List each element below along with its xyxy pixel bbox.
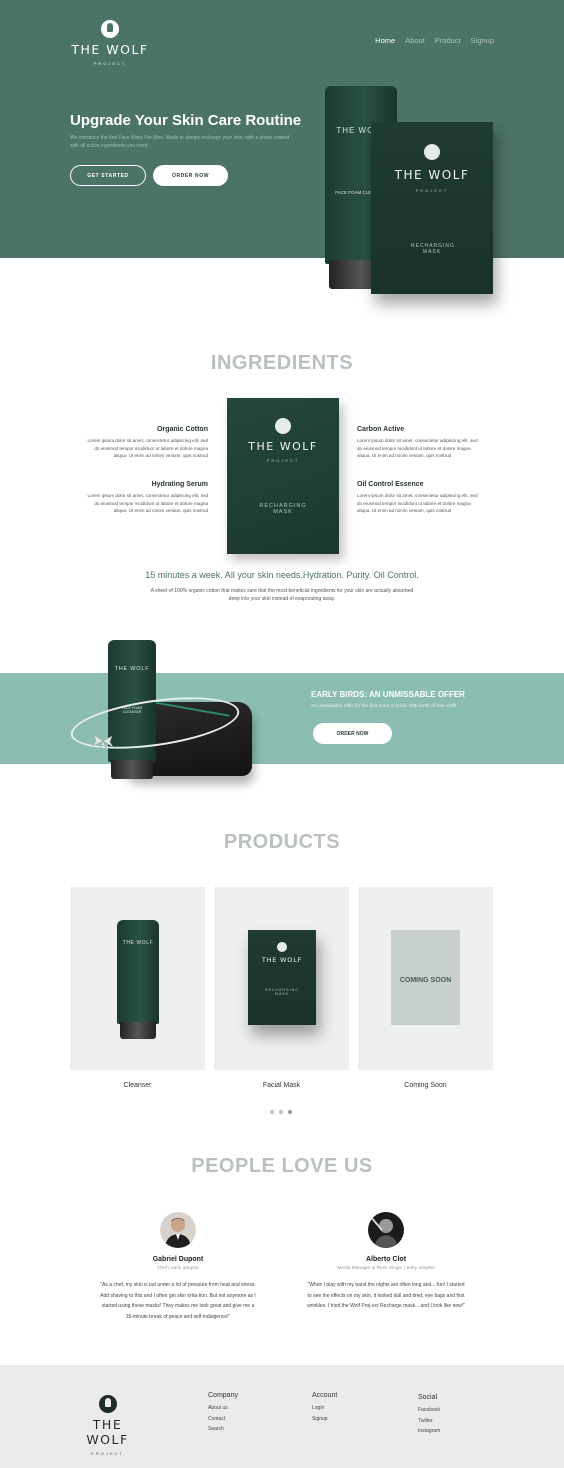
testimonial-quote: "As a chef, my skin is put under a lot o…: [100, 1282, 256, 1320]
mask-brand: THE WOLF: [261, 956, 303, 964]
box-sub: PROJECT: [415, 188, 449, 193]
avatar-alberto: [368, 1212, 404, 1248]
hero-description: We introduce the first Face Mask For Men…: [70, 135, 290, 149]
promo-title: EARLY BIRDS: AN UNMISSABLE OFFER: [311, 690, 465, 699]
nav-product[interactable]: Product: [435, 36, 461, 45]
wolf-logo-icon: [101, 20, 119, 38]
footer-link-about[interactable]: About us: [208, 1403, 238, 1414]
footer-link-contact[interactable]: Contact: [208, 1414, 238, 1425]
ingredients-description: A sheet of 100% organic cotton that make…: [150, 588, 414, 602]
product-label-facial-mask: Facial Mask: [262, 1082, 301, 1089]
testimonials-title: PEOPLE LOVE US: [191, 1155, 373, 1177]
sachet-product-name: RECHARGING MASK: [259, 503, 307, 515]
footer-link-signup[interactable]: Signup: [312, 1414, 337, 1425]
footer-link-login[interactable]: Login: [312, 1403, 337, 1414]
hero-mask-box: THE WOLF PROJECT RECHARGING MASK: [371, 122, 493, 294]
box-product-name: RECHARGING MASK: [411, 243, 455, 255]
ingredient-text: Lorem ipsum dolor sit amet, consectetur …: [357, 493, 478, 513]
person-avatar-icon: [165, 1218, 191, 1248]
footer-col-company: Company About us Contact Search: [208, 1392, 238, 1435]
product-label-coming-soon: Coming Soon: [404, 1082, 447, 1089]
nav-home[interactable]: Home: [375, 36, 395, 45]
person-avatar-icon: [369, 1215, 398, 1248]
carousel-dot-3[interactable]: [288, 1110, 292, 1114]
ribbon-bow-icon: [92, 734, 114, 749]
main-nav: Home About Product Signup: [375, 36, 494, 45]
order-now-button[interactable]: ORDER NOW: [153, 165, 228, 186]
footer-col-title: Social: [418, 1394, 438, 1401]
sachet-brand: THE WOLF: [248, 440, 318, 453]
nav-signup[interactable]: Signup: [471, 36, 494, 45]
ingredient-text: Lorem ipsum dolor sit amet, consectetur …: [357, 438, 478, 458]
carousel-dots: [270, 1110, 292, 1114]
tube-brand: THE WOLF: [122, 940, 154, 946]
promo-description: An unmissable offer for the first ones t…: [311, 704, 457, 709]
footer-col-social: Social Facebook Twitter Instagram: [418, 1394, 440, 1437]
ingredient-organic-cotton: Organic Cotton Lorem ipsum dolor sit ame…: [82, 426, 208, 460]
ingredient-name: Organic Cotton: [157, 426, 208, 433]
ingredient-name: Hydrating Serum: [151, 481, 208, 488]
testimonial-role: Media Manager & Rock Singer | early adop…: [337, 1266, 435, 1271]
footer-link-twitter[interactable]: Twitter: [418, 1416, 440, 1427]
mask-product-name: RECHARGING MASK: [265, 988, 299, 996]
footer-link-facebook[interactable]: Facebook: [418, 1405, 440, 1416]
ingredient-text: Lorem ipsum dolor sit amet, consectetur …: [87, 438, 208, 458]
brand-logo[interactable]: THE WOLF PROJECT: [70, 20, 150, 66]
tube-cap: [119, 1021, 157, 1039]
sachet-sub: PROJECT: [266, 458, 300, 463]
ingredients-tagline: 15 minutes a week. All your skin needs.H…: [145, 570, 419, 580]
ingredient-hydrating-serum: Hydrating Serum Lorem ipsum dolor sit am…: [82, 481, 208, 515]
promo-order-button[interactable]: ORDER NOW: [313, 723, 392, 744]
cleanser-tube-image: THE WOLF: [117, 920, 159, 1039]
testimonial-name: Gabriel Dupont: [152, 1256, 204, 1263]
carousel-dot-2[interactable]: [279, 1110, 283, 1114]
products-title: PRODUCTS: [223, 831, 341, 853]
testimonial-role: Chef | early adopter: [156, 1266, 200, 1271]
footer-link-search[interactable]: Search: [208, 1424, 238, 1435]
footer-link-instagram[interactable]: Instagram: [418, 1426, 440, 1437]
brand-sub: PROJECT: [93, 61, 127, 66]
product-label-cleanser: Cleanser: [123, 1082, 152, 1089]
footer-col-title: Company: [208, 1392, 238, 1399]
footer-logo[interactable]: THE WOLF PROJECT: [70, 1395, 145, 1456]
footer-brand-name: THE WOLF: [86, 1417, 129, 1447]
coming-soon-badge: COMING SOON: [399, 977, 452, 984]
ingredients-mask-sachet: THE WOLF PROJECT RECHARGING MASK: [227, 398, 339, 554]
footer-col-account: Account Login Signup: [312, 1392, 337, 1424]
wolf-logo-icon: [275, 418, 291, 434]
box-brand: THE WOLF: [394, 168, 470, 182]
hero-title: Upgrade Your Skin Care Routine: [70, 112, 302, 129]
get-started-button[interactable]: GET STARTED: [70, 165, 146, 186]
wolf-logo-icon: [98, 1395, 117, 1413]
wolf-logo-icon: [277, 942, 287, 952]
testimonial-quote: "When I play with my band the nights are…: [307, 1282, 465, 1309]
carousel-dot-1[interactable]: [270, 1110, 274, 1114]
tube-brand: THE WOLF: [114, 666, 150, 672]
testimonial-name: Alberto Clot: [365, 1256, 407, 1263]
footer-brand-sub: PROJECT: [91, 1451, 124, 1456]
ingredient-carbon-active: Carbon Active Lorem ipsum dolor sit amet…: [357, 426, 483, 460]
ingredients-title: INGREDIENTS: [210, 352, 354, 374]
wolf-logo-icon: [424, 144, 440, 160]
ingredient-text: Lorem ipsum dolor sit amet, consectetur …: [87, 493, 208, 513]
ingredient-oil-control: Oil Control Essence Lorem ipsum dolor si…: [357, 481, 483, 515]
brand-name: THE WOLF: [71, 42, 149, 57]
ingredient-name: Oil Control Essence: [357, 481, 424, 488]
footer-col-title: Account: [312, 1392, 338, 1399]
tube-cap: [110, 759, 154, 780]
facial-mask-image: THE WOLF RECHARGING MASK: [248, 930, 316, 1025]
ingredient-name: Carbon Active: [357, 426, 405, 433]
nav-about[interactable]: About: [405, 36, 425, 45]
avatar-gabriel: [160, 1212, 196, 1248]
